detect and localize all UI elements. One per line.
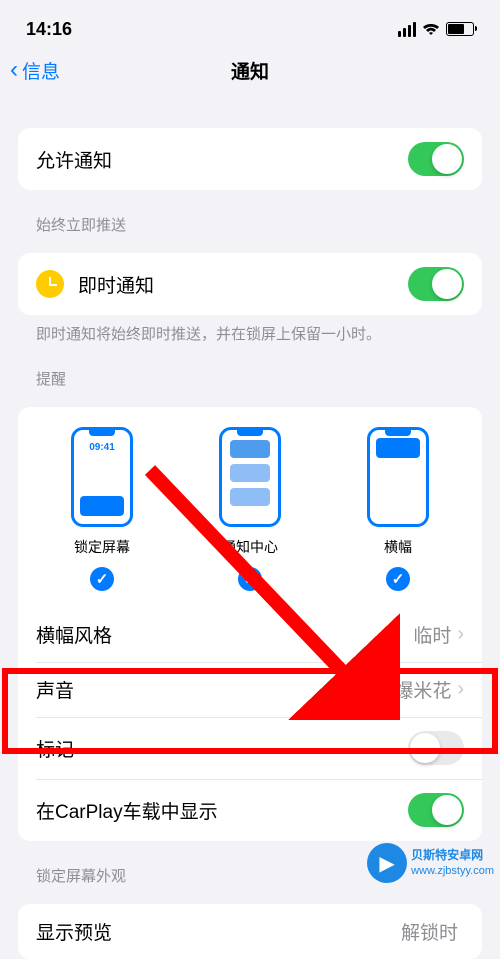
center-label: 通知中心 <box>222 537 278 557</box>
alerts-group: 09:41 锁定屏幕 通知中心 横幅 横幅风格 临时 › <box>18 407 482 841</box>
allow-group: 允许通知 <box>18 128 482 190</box>
immediate-header: 始终立即推送 <box>36 214 464 235</box>
carplay-row: 在CarPlay车载中显示 <box>18 779 482 841</box>
lockscreen-group: 显示预览 解锁时 <box>18 904 482 959</box>
watermark: ▶ 贝斯特安卓网 www.zjbstyy.com <box>367 843 494 883</box>
sound-label: 声音 <box>36 676 74 703</box>
alerts-header: 提醒 <box>36 368 464 389</box>
cellular-icon <box>398 22 416 37</box>
preview-value: 解锁时 <box>401 918 458 945</box>
alert-notification-center[interactable]: 通知中心 <box>219 427 281 591</box>
immediate-footer: 即时通知将始终即时推送，并在锁屏上保留一小时。 <box>36 323 464 344</box>
lock-check-icon <box>90 567 114 591</box>
banner-label: 横幅 <box>384 537 412 557</box>
status-time: 14:16 <box>26 19 72 40</box>
banner-preview <box>367 427 429 527</box>
alert-options: 09:41 锁定屏幕 通知中心 横幅 <box>18 407 482 607</box>
center-preview <box>219 427 281 527</box>
chevron-right-icon: › <box>457 623 464 646</box>
allow-toggle[interactable] <box>408 142 464 176</box>
nav-bar: ‹ 信息 通知 <box>0 48 500 92</box>
alert-banner[interactable]: 横幅 <box>367 427 429 591</box>
back-label: 信息 <box>22 57 60 84</box>
sound-row[interactable]: 声音 爆米花 › <box>18 662 482 717</box>
wifi-icon <box>422 22 440 36</box>
watermark-name: 贝斯特安卓网 <box>411 848 494 864</box>
lock-label: 锁定屏幕 <box>74 537 130 557</box>
lock-screen-preview: 09:41 <box>71 427 133 527</box>
sound-value: 爆米花 <box>394 676 451 703</box>
watermark-icon: ▶ <box>367 843 407 883</box>
badge-label: 标记 <box>36 735 74 762</box>
immediate-label: 即时通知 <box>78 271 154 298</box>
banner-style-value: 临时 <box>413 621 451 648</box>
status-bar: 14:16 <box>0 0 500 48</box>
carplay-toggle[interactable] <box>408 793 464 827</box>
page-title: 通知 <box>231 57 269 84</box>
alert-lock-screen[interactable]: 09:41 锁定屏幕 <box>71 427 133 591</box>
status-indicators <box>398 22 474 37</box>
immediate-group: 即时通知 <box>18 253 482 315</box>
center-check-icon <box>238 567 262 591</box>
preview-label: 显示预览 <box>36 918 112 945</box>
immediate-toggle[interactable] <box>408 267 464 301</box>
clock-icon <box>36 270 64 298</box>
allow-row: 允许通知 <box>18 128 482 190</box>
banner-check-icon <box>386 567 410 591</box>
preview-row[interactable]: 显示预览 解锁时 <box>18 904 482 959</box>
back-button[interactable]: ‹ 信息 <box>10 56 60 84</box>
watermark-url: www.zjbstyy.com <box>411 864 494 878</box>
carplay-label: 在CarPlay车载中显示 <box>36 797 218 824</box>
battery-icon <box>446 22 474 36</box>
immediate-row: 即时通知 <box>18 253 482 315</box>
chevron-right-icon: › <box>457 678 464 701</box>
badge-row: 标记 <box>18 717 482 779</box>
allow-label: 允许通知 <box>36 146 112 173</box>
chevron-left-icon: ‹ <box>10 56 18 84</box>
banner-style-row[interactable]: 横幅风格 临时 › <box>18 607 482 662</box>
banner-style-label: 横幅风格 <box>36 621 112 648</box>
badge-toggle[interactable] <box>408 731 464 765</box>
